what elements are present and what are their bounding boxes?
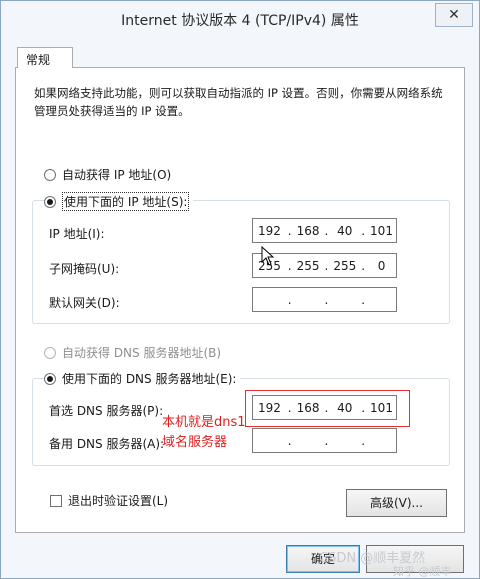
mouse-cursor-icon [261, 246, 275, 266]
radio-dot-selected [44, 195, 56, 208]
preferred-dns-label: 首选 DNS 服务器(P): [49, 404, 164, 418]
validate-on-exit-label: 退出时验证设置(L) [68, 494, 169, 508]
radio-dot [44, 168, 56, 181]
window-title: Internet 协议版本 4 (TCP/IPv4) 属性 [121, 13, 359, 29]
radio-dot [44, 346, 56, 359]
dialog-window: Internet 协议版本 4 (TCP/IPv4) 属性 ✕ 常规 如果网络支… [0, 0, 480, 579]
tab-general[interactable]: 常规 [17, 47, 73, 68]
description-text: 如果网络支持此功能，则可以获取自动指派的 IP 设置。否则，你需要从网络系统管理… [34, 86, 443, 118]
subnet-mask-label: 子网掩码(U): [49, 262, 120, 276]
ip-address-input[interactable]: 192. 168. 40. 101 [252, 218, 397, 243]
annotation-highlight-box [245, 390, 410, 427]
close-icon[interactable]: ✕ [435, 3, 473, 27]
advanced-button[interactable]: 高级(V)... [346, 489, 447, 517]
alternate-dns-input[interactable]: . . . [252, 428, 397, 453]
watermark-line2: 知乎 @顺丰 [393, 565, 452, 578]
manual-dns-label: 使用下面的 DNS 服务器地址(E): [62, 372, 237, 386]
checkbox-box [50, 494, 62, 507]
general-panel: 如果网络支持此功能，则可以获取自动指派的 IP 设置。否则，你需要从网络系统管理… [15, 67, 465, 533]
gateway-input[interactable]: . . . [252, 287, 397, 312]
manual-dns-radio[interactable]: 使用下面的 DNS 服务器地址(E): [44, 370, 241, 387]
gateway-label: 默认网关(D): [49, 296, 120, 310]
annotation-text-line1: 本机就是dns1 [162, 415, 246, 430]
alternate-dns-label: 备用 DNS 服务器(A): [49, 437, 165, 451]
auto-dns-radio[interactable]: 自动获得 DNS 服务器地址(B) [44, 344, 221, 361]
annotation-text-line2: 域名服务器 [162, 435, 228, 450]
ip-address-label: IP 地址(I): [49, 227, 105, 241]
radio-dot-selected [44, 372, 56, 385]
auto-ip-radio[interactable]: 自动获得 IP 地址(O) [44, 166, 171, 183]
validate-on-exit-checkbox[interactable]: 退出时验证设置(L) [50, 492, 168, 509]
auto-ip-label: 自动获得 IP 地址(O) [62, 168, 172, 182]
title-bar: Internet 协议版本 4 (TCP/IPv4) 属性 ✕ [1, 1, 479, 37]
manual-ip-label: 使用下面的 IP 地址(S): [62, 192, 190, 211]
manual-ip-radio[interactable]: 使用下面的 IP 地址(S): [44, 192, 194, 211]
auto-dns-label: 自动获得 DNS 服务器地址(B) [62, 346, 222, 360]
